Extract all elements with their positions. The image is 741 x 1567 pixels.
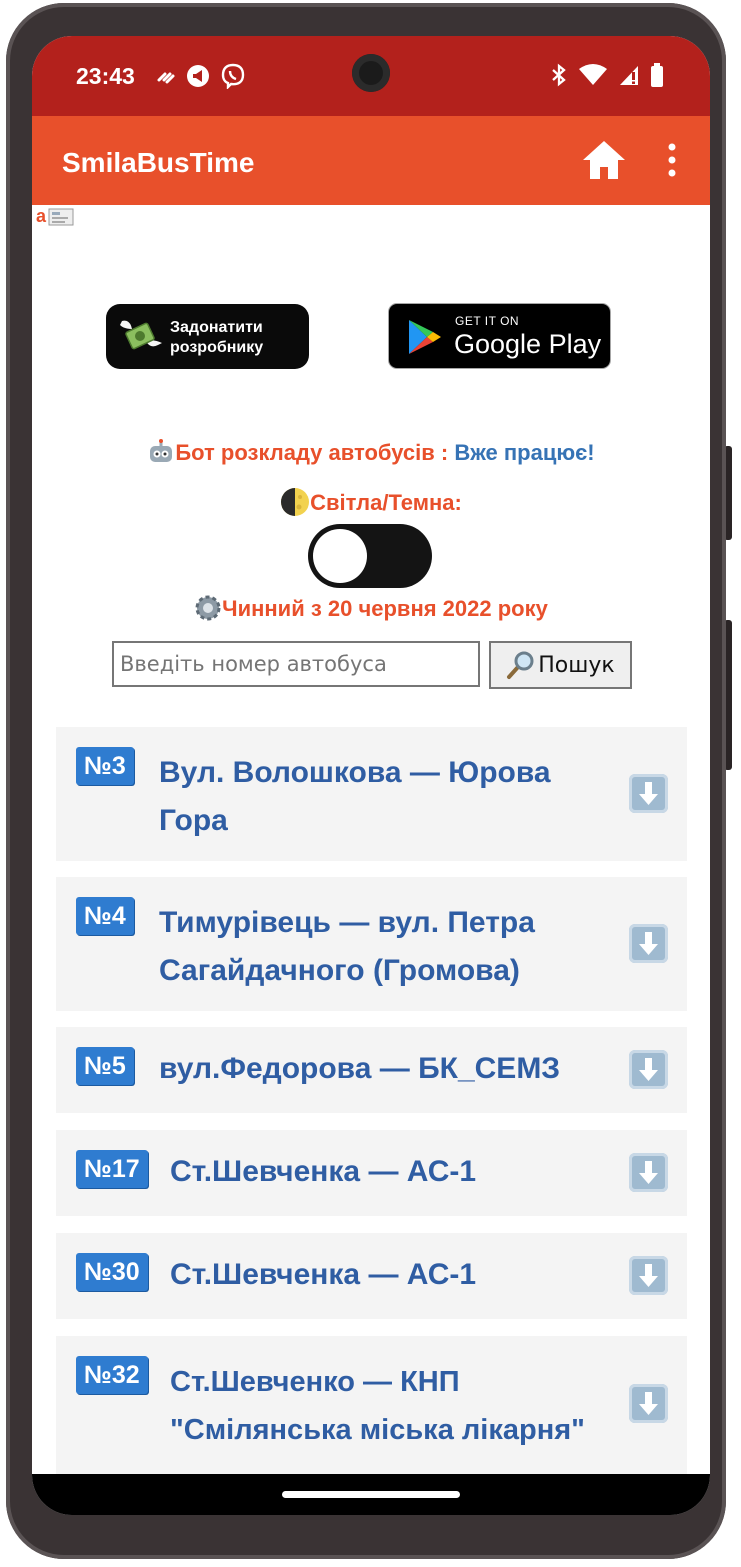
link-icon xyxy=(157,72,175,84)
route-item[interactable]: №32 Ст.Шевченко — КНП "Смілянська міська… xyxy=(56,1336,687,1476)
bot-label: Бот розкладу автобусів : xyxy=(175,440,449,465)
viber-icon xyxy=(221,63,245,89)
more-vert-icon xyxy=(668,143,676,177)
route-item[interactable]: №17 Ст.Шевченка — АС-1 xyxy=(56,1130,687,1216)
broken-image-alt: a xyxy=(36,206,47,226)
theme-label: Світла/Темна: xyxy=(310,490,462,515)
front-camera xyxy=(352,54,390,92)
app-bar: SmilaBusTime xyxy=(32,116,710,205)
theme-toggle[interactable] xyxy=(308,524,432,588)
bluetooth-icon xyxy=(552,63,566,87)
money-wings-icon xyxy=(120,320,162,350)
home-button[interactable] xyxy=(580,138,628,182)
screen: 23:43 SmilaBusTime a Задонатити розробни… xyxy=(32,36,710,1515)
google-play-title: Google Play xyxy=(454,329,602,359)
route-item[interactable]: №3 Вул. Волошкова — Юрова Гора xyxy=(56,727,687,861)
bot-status-line: Бот розкладу автобусів : Вже працює! xyxy=(32,439,710,466)
effective-date-line: Чинний з 20 червня 2022 року xyxy=(32,594,710,622)
route-number-badge: №17 xyxy=(76,1150,148,1188)
phone-frame: 23:43 SmilaBusTime a Задонатити розробни… xyxy=(6,3,726,1559)
battery-icon xyxy=(651,63,663,87)
expand-down-arrow-icon[interactable] xyxy=(629,1050,668,1089)
megaphone-icon xyxy=(187,65,209,87)
broken-image: a xyxy=(36,206,74,227)
route-item[interactable]: №5 вул.Федорова — БК_СЕМЗ xyxy=(56,1027,687,1113)
overflow-menu-button[interactable] xyxy=(660,140,684,180)
route-number-badge: №32 xyxy=(76,1356,148,1394)
broken-image-icon xyxy=(48,208,74,225)
donate-label: Задонатити розробнику xyxy=(170,319,264,356)
bot-status-link[interactable]: Вже працює! xyxy=(454,440,594,465)
half-moon-icon xyxy=(281,488,310,516)
expand-down-arrow-icon[interactable] xyxy=(629,1256,668,1295)
search-button[interactable]: Пошук xyxy=(489,641,632,689)
donate-button[interactable]: Задонатити розробнику xyxy=(106,304,309,369)
wifi-icon xyxy=(579,64,607,85)
app-title: SmilaBusTime xyxy=(62,147,255,178)
robot-icon xyxy=(150,439,173,462)
route-name: Ст.Шевченка — АС-1 xyxy=(170,1155,477,1188)
route-number-badge: №3 xyxy=(76,747,134,785)
expand-down-arrow-icon[interactable] xyxy=(629,924,668,963)
google-play-caption: GET IT ON xyxy=(455,314,520,328)
system-icons xyxy=(550,62,664,88)
signal-icon xyxy=(620,66,638,85)
theme-toggle-knob xyxy=(313,529,367,583)
google-play-badge[interactable]: GET IT ON Google Play xyxy=(388,303,611,369)
effective-date: Чинний з 20 червня 2022 року xyxy=(222,596,548,621)
status-bar: 23:43 xyxy=(32,36,710,116)
search-button-label: Пошук xyxy=(538,652,615,678)
route-name: Тимурівець — вул. Петра Сагайдачного (Гр… xyxy=(159,906,535,987)
theme-label-line: Світла/Темна: xyxy=(32,487,710,517)
gear-icon xyxy=(195,595,221,621)
home-gesture-handle[interactable] xyxy=(282,1491,460,1498)
home-icon xyxy=(583,141,625,179)
route-item[interactable]: №30 Ст.Шевченка — АС-1 xyxy=(56,1233,687,1319)
expand-down-arrow-icon[interactable] xyxy=(629,1384,668,1423)
route-name: вул.Федорова — БК_СЕМЗ xyxy=(159,1052,561,1085)
route-number-badge: №30 xyxy=(76,1253,148,1291)
expand-down-arrow-icon[interactable] xyxy=(629,774,668,813)
system-navigation-bar xyxy=(32,1474,710,1515)
route-number-badge: №4 xyxy=(76,897,134,935)
notification-icons xyxy=(156,63,246,89)
google-play-icon xyxy=(409,320,441,354)
route-name: Ст.Шевченка — АС-1 xyxy=(170,1258,477,1291)
route-item[interactable]: №4 Тимурівець — вул. Петра Сагайдачного … xyxy=(56,877,687,1011)
route-name: Ст.Шевченко — КНП "Смілянська міська лік… xyxy=(170,1366,585,1446)
bus-number-search-input[interactable] xyxy=(112,641,480,687)
route-number-badge: №5 xyxy=(76,1047,134,1085)
expand-down-arrow-icon[interactable] xyxy=(629,1153,668,1192)
route-name: Вул. Волошкова — Юрова Гора xyxy=(159,756,551,837)
status-time: 23:43 xyxy=(76,63,135,89)
magnifier-icon xyxy=(507,651,534,679)
